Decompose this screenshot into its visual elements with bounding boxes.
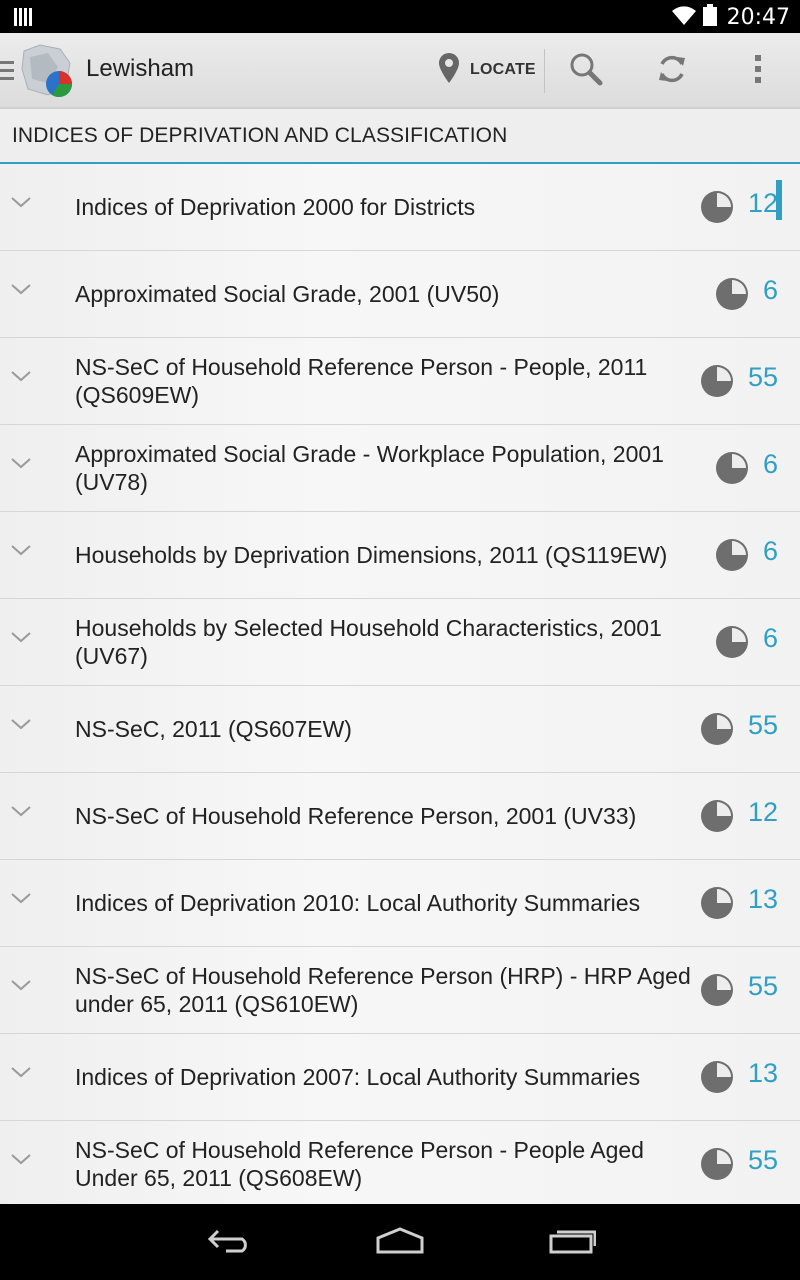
chevron-down-icon[interactable] (10, 1152, 32, 1171)
list-item-count: 55 (748, 362, 779, 392)
location-pin-icon (438, 52, 460, 89)
pie-chart-icon[interactable] (700, 1060, 734, 1099)
list-item-label: Households by Deprivation Dimensions, 20… (75, 542, 668, 568)
list-item-label: NS-SeC of Household Reference Person (HR… (75, 963, 691, 1017)
list-item-label: Indices of Deprivation 2000 for District… (75, 194, 476, 220)
pie-chart-icon[interactable] (700, 364, 734, 403)
dataset-list[interactable]: Indices of Deprivation 2000 for District… (0, 164, 800, 1204)
back-icon (206, 1227, 254, 1258)
chevron-down-icon[interactable] (10, 195, 32, 214)
list-item-count: 6 (763, 449, 779, 479)
pie-chart-icon[interactable] (715, 538, 749, 577)
status-time: 20:47 (726, 4, 790, 30)
recents-icon (548, 1226, 597, 1259)
scrollbar-thumb[interactable] (776, 180, 782, 220)
list-item-count: 55 (748, 1145, 779, 1175)
back-button[interactable] (200, 1224, 260, 1260)
app-logo[interactable] (18, 43, 76, 99)
list-item-label: Approximated Social Grade - Workplace Po… (75, 441, 664, 495)
status-bar: 20:47 (0, 0, 800, 33)
chevron-down-icon[interactable] (10, 543, 32, 562)
list-item[interactable]: Indices of Deprivation 2007: Local Autho… (0, 1034, 800, 1121)
list-item-label: Households by Selected Household Charact… (75, 615, 662, 669)
search-icon (569, 52, 603, 91)
list-item[interactable]: NS-SeC of Household Reference Person (HR… (0, 947, 800, 1034)
chevron-down-icon[interactable] (10, 456, 32, 475)
list-item[interactable]: Households by Deprivation Dimensions, 20… (0, 512, 800, 599)
list-item-count: 55 (748, 710, 779, 740)
pie-chart-icon[interactable] (700, 886, 734, 925)
list-item[interactable]: Indices of Deprivation 2000 for District… (0, 164, 800, 251)
overflow-menu-button[interactable] (738, 51, 778, 91)
recents-button[interactable] (542, 1224, 602, 1260)
menu-icon[interactable] (0, 59, 14, 88)
chevron-down-icon[interactable] (10, 978, 32, 997)
home-button[interactable] (370, 1224, 430, 1260)
pie-chart-icon[interactable] (700, 712, 734, 751)
action-bar: Lewisham LOCATE (0, 33, 800, 109)
list-item[interactable]: Indices of Deprivation 2010: Local Autho… (0, 860, 800, 947)
refresh-button[interactable] (652, 51, 692, 91)
overflow-menu-icon (754, 54, 762, 89)
list-item[interactable]: NS-SeC of Household Reference Person - P… (0, 338, 800, 425)
pie-chart-icon[interactable] (715, 451, 749, 490)
list-item-count: 13 (748, 884, 779, 914)
notification-icon (14, 8, 32, 31)
battery-icon (702, 3, 717, 31)
list-item[interactable]: NS-SeC, 2011 (QS607EW) 55 (0, 686, 800, 773)
action-divider (544, 49, 545, 93)
list-item-count: 6 (763, 275, 779, 305)
navigation-bar (0, 1204, 800, 1280)
list-item-label: Indices of Deprivation 2007: Local Autho… (75, 1064, 641, 1090)
pie-chart-icon[interactable] (715, 625, 749, 664)
chevron-down-icon[interactable] (10, 282, 32, 301)
list-item-label: NS-SeC, 2011 (QS607EW) (75, 716, 352, 742)
chevron-down-icon[interactable] (10, 717, 32, 736)
wifi-icon (671, 4, 697, 31)
list-item-count: 12 (748, 797, 779, 827)
section-header: INDICES OF DEPRIVATION AND CLASSIFICATIO… (0, 109, 800, 164)
refresh-icon (655, 52, 689, 91)
app-title: Lewisham (86, 55, 195, 82)
list-item-label: Approximated Social Grade, 2001 (UV50) (75, 281, 500, 307)
list-item-label: Indices of Deprivation 2010: Local Autho… (75, 890, 641, 916)
list-item[interactable]: NS-SeC of Household Reference Person - P… (0, 1121, 800, 1204)
list-item-count: 55 (748, 971, 779, 1001)
pie-chart-icon[interactable] (715, 277, 749, 316)
list-item-label: NS-SeC of Household Reference Person - P… (75, 354, 648, 408)
list-item[interactable]: Approximated Social Grade, 2001 (UV50) 6 (0, 251, 800, 338)
locate-label: LOCATE (470, 61, 536, 78)
list-item[interactable]: Approximated Social Grade - Workplace Po… (0, 425, 800, 512)
list-item[interactable]: NS-SeC of Household Reference Person, 20… (0, 773, 800, 860)
pie-chart-icon[interactable] (700, 190, 734, 229)
search-button[interactable] (566, 51, 606, 91)
chevron-down-icon[interactable] (10, 804, 32, 823)
list-item-count: 13 (748, 1058, 779, 1088)
locate-button[interactable]: LOCATE (438, 51, 536, 89)
pie-chart-icon[interactable] (700, 799, 734, 838)
list-item-count: 6 (763, 536, 779, 566)
list-item-count: 6 (763, 623, 779, 653)
chevron-down-icon[interactable] (10, 1065, 32, 1084)
list-item-label: NS-SeC of Household Reference Person, 20… (75, 803, 637, 829)
chevron-down-icon[interactable] (10, 891, 32, 910)
home-icon (375, 1226, 425, 1259)
list-item-count: 12 (748, 188, 779, 218)
content-area: INDICES OF DEPRIVATION AND CLASSIFICATIO… (0, 109, 800, 1204)
pie-chart-icon[interactable] (700, 973, 734, 1012)
pie-chart-icon[interactable] (700, 1147, 734, 1186)
list-item[interactable]: Households by Selected Household Charact… (0, 599, 800, 686)
chevron-down-icon[interactable] (10, 369, 32, 388)
chevron-down-icon[interactable] (10, 630, 32, 649)
list-item-label: NS-SeC of Household Reference Person - P… (75, 1137, 644, 1191)
